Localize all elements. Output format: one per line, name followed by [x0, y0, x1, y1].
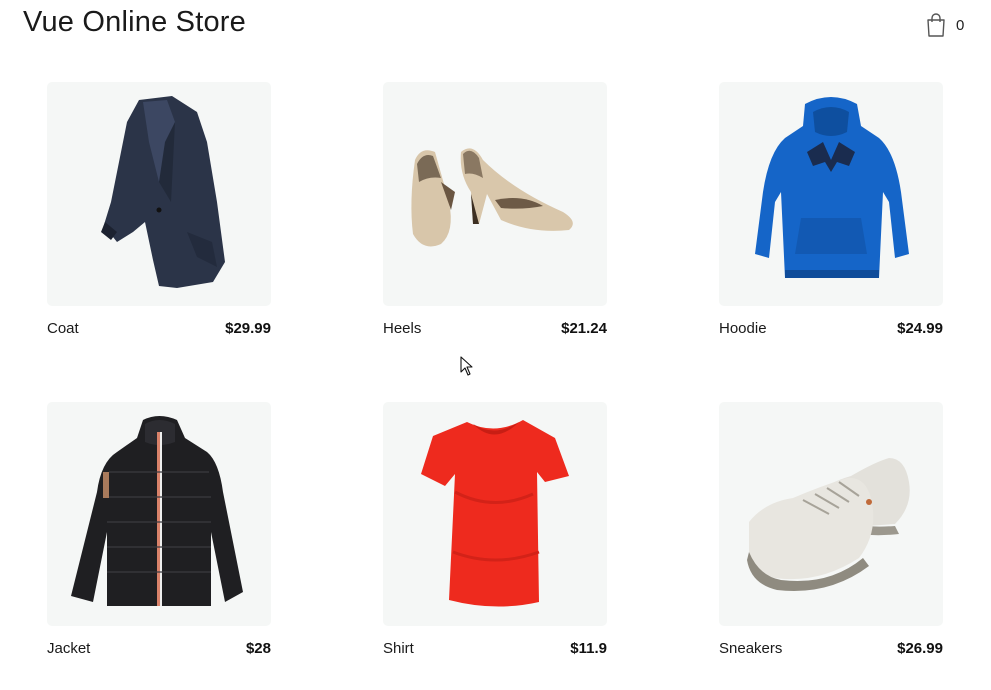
cart-button[interactable]: 0: [926, 12, 964, 38]
product-card-hoodie[interactable]: Hoodie $24.99: [719, 82, 943, 337]
mouse-cursor-icon: [460, 356, 473, 376]
cart-count: 0: [956, 16, 965, 34]
product-price: $28: [245, 640, 271, 657]
product-image[interactable]: [383, 82, 607, 306]
sneakers-image: [747, 458, 910, 591]
product-name: Coat: [47, 320, 79, 337]
product-name: Shirt: [383, 640, 414, 657]
store-title: Vue Online Store: [23, 6, 246, 38]
product-image[interactable]: [47, 402, 271, 626]
product-image[interactable]: [719, 82, 943, 306]
product-price: $26.99: [897, 640, 943, 657]
shopping-bag-icon: [927, 13, 945, 37]
jacket-image: [71, 416, 243, 606]
header: Vue Online Store 0: [0, 0, 991, 60]
product-price: $21.24: [561, 320, 607, 337]
shirt-image: [421, 420, 569, 607]
product-card-heels[interactable]: Heels $21.24: [383, 82, 607, 337]
product-price: $11.9: [570, 640, 607, 657]
product-card-coat[interactable]: Coat $29.99: [47, 82, 271, 337]
product-image[interactable]: [383, 402, 607, 626]
coat-image: [101, 96, 225, 288]
product-name: Heels: [383, 320, 422, 337]
product-card-jacket[interactable]: Jacket $28: [47, 402, 271, 657]
product-image[interactable]: [719, 402, 943, 626]
hoodie-image: [755, 97, 909, 278]
product-name: Sneakers: [719, 640, 783, 657]
product-card-shirt[interactable]: Shirt $11.9: [383, 402, 607, 657]
product-name: Jacket: [47, 640, 91, 657]
product-price: $24.99: [897, 320, 943, 337]
heels-image: [411, 148, 573, 247]
product-price: $29.99: [225, 320, 271, 337]
product-name: Hoodie: [719, 320, 767, 337]
product-card-sneakers[interactable]: Sneakers $26.99: [719, 402, 943, 657]
product-image[interactable]: [47, 82, 271, 306]
